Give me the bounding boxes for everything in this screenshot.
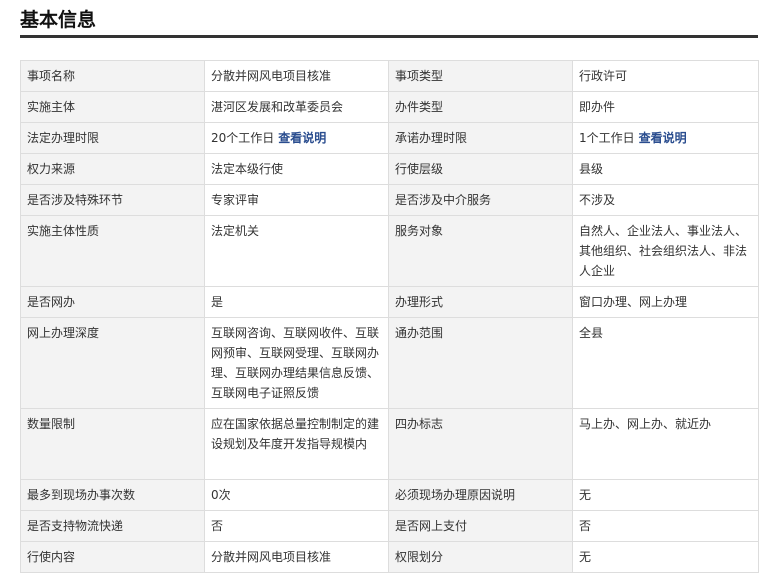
field-value: 互联网咨询、互联网收件、互联网预审、互联网受理、互联网办理、互联网办理结果信息反… (204, 317, 389, 409)
view-explanation-link[interactable]: 查看说明 (639, 131, 687, 145)
field-label: 是否涉及特殊环节 (20, 184, 205, 216)
field-value: 即办件 (572, 91, 759, 123)
table-row: 实施主体 湛河区发展和改革委员会 办件类型 即办件 (20, 91, 759, 123)
field-value: 是 (204, 286, 389, 318)
table-row: 网上办理深度 互联网咨询、互联网收件、互联网预审、互联网受理、互联网办理、互联网… (20, 317, 759, 409)
table-row: 法定办理时限 20个工作日 查看说明 承诺办理时限 1个工作日 查看说明 (20, 122, 759, 154)
field-value: 0次 (204, 479, 389, 511)
field-label: 权力来源 (20, 153, 205, 185)
field-value: 行政许可 (572, 60, 759, 92)
field-label: 通办范围 (388, 317, 573, 409)
field-value: 自然人、企业法人、事业法人、其他组织、社会组织法人、非法人企业 (572, 215, 759, 287)
field-value: 马上办、网上办、就近办 (572, 408, 759, 480)
field-value: 法定本级行使 (204, 153, 389, 185)
field-label: 是否网办 (20, 286, 205, 318)
field-value: 分散并网风电项目核准 (204, 60, 389, 92)
promised-time-limit-value: 1个工作日 (579, 131, 635, 145)
field-value: 否 (572, 510, 759, 542)
table-row: 最多到现场办事次数 0次 必须现场办理原因说明 无 (20, 479, 759, 511)
field-label: 实施主体 (20, 91, 205, 123)
field-label: 办理形式 (388, 286, 573, 318)
view-explanation-link[interactable]: 查看说明 (278, 131, 326, 145)
field-label: 权限划分 (388, 541, 573, 573)
table-row: 是否涉及特殊环节 专家评审 是否涉及中介服务 不涉及 (20, 184, 759, 216)
field-value-with-link: 20个工作日 查看说明 (204, 122, 389, 154)
field-label: 四办标志 (388, 408, 573, 480)
section-title: 基本信息 (20, 9, 97, 31)
field-value: 县级 (572, 153, 759, 185)
field-label: 行使层级 (388, 153, 573, 185)
table-row: 实施主体性质 法定机关 服务对象 自然人、企业法人、事业法人、其他组织、社会组织… (20, 215, 759, 287)
field-value: 无 (572, 479, 759, 511)
field-value: 无 (572, 541, 759, 573)
section-title-underline (20, 35, 758, 38)
field-value: 分散并网风电项目核准 (204, 541, 389, 573)
field-value: 专家评审 (204, 184, 389, 216)
field-value: 窗口办理、网上办理 (572, 286, 759, 318)
field-label: 承诺办理时限 (388, 122, 573, 154)
field-value: 应在国家依据总量控制制定的建设规划及年度开发指导规模内 (204, 408, 389, 480)
field-label: 事项名称 (20, 60, 205, 92)
field-label: 办件类型 (388, 91, 573, 123)
field-value-with-link: 1个工作日 查看说明 (572, 122, 759, 154)
legal-time-limit-value: 20个工作日 (211, 131, 275, 145)
field-label: 必须现场办理原因说明 (388, 479, 573, 511)
field-label: 实施主体性质 (20, 215, 205, 287)
field-label: 服务对象 (388, 215, 573, 287)
table-row: 权力来源 法定本级行使 行使层级 县级 (20, 153, 759, 185)
table-row: 行使内容 分散并网风电项目核准 权限划分 无 (20, 541, 759, 573)
field-label: 是否涉及中介服务 (388, 184, 573, 216)
table-row: 是否网办 是 办理形式 窗口办理、网上办理 (20, 286, 759, 318)
table-row: 是否支持物流快递 否 是否网上支付 否 (20, 510, 759, 542)
field-value: 全县 (572, 317, 759, 409)
table-row: 数量限制 应在国家依据总量控制制定的建设规划及年度开发指导规模内 四办标志 马上… (20, 408, 759, 480)
field-label: 事项类型 (388, 60, 573, 92)
field-label: 法定办理时限 (20, 122, 205, 154)
field-label: 最多到现场办事次数 (20, 479, 205, 511)
field-value: 否 (204, 510, 389, 542)
field-label: 行使内容 (20, 541, 205, 573)
basic-info-table: 事项名称 分散并网风电项目核准 事项类型 行政许可 实施主体 湛河区发展和改革委… (20, 60, 759, 573)
field-label: 数量限制 (20, 408, 205, 480)
table-row: 事项名称 分散并网风电项目核准 事项类型 行政许可 (20, 60, 759, 92)
field-label: 是否支持物流快递 (20, 510, 205, 542)
field-value: 湛河区发展和改革委员会 (204, 91, 389, 123)
field-value: 法定机关 (204, 215, 389, 287)
field-label: 是否网上支付 (388, 510, 573, 542)
field-label: 网上办理深度 (20, 317, 205, 409)
field-value: 不涉及 (572, 184, 759, 216)
